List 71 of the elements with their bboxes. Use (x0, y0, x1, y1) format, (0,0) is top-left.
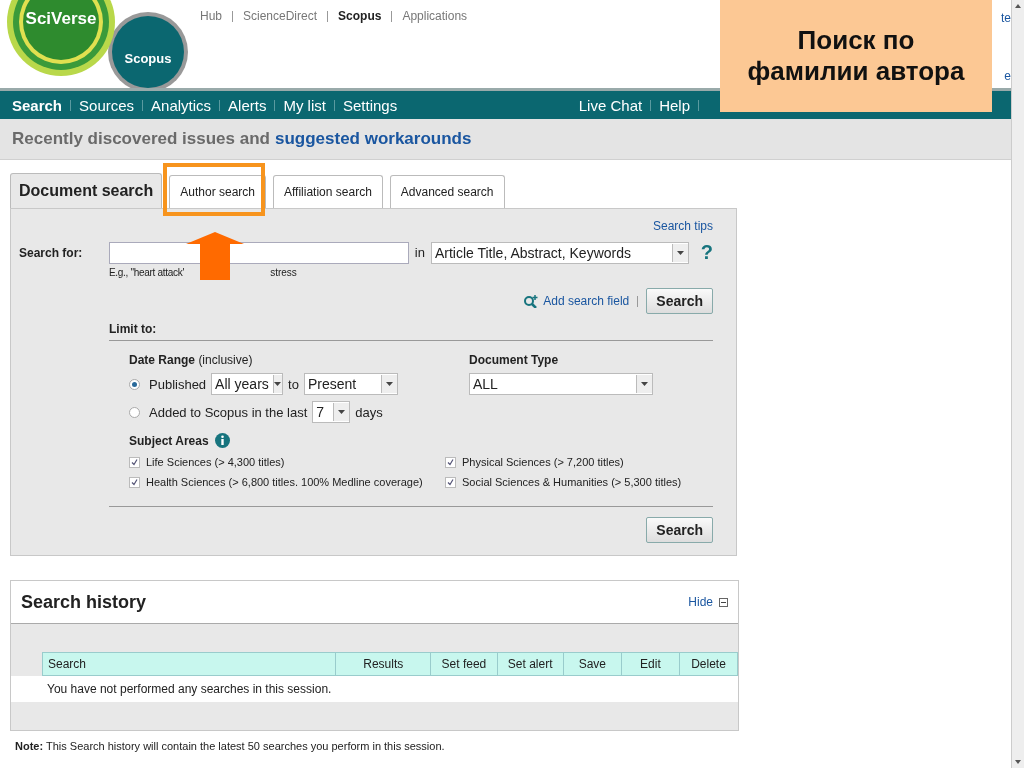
in-label: in (414, 245, 425, 260)
callout-text: Поиск по (797, 24, 915, 56)
column-header: Edit (620, 653, 679, 675)
to-label: to (288, 376, 299, 392)
added-label: Added to Scopus in the last (149, 404, 308, 420)
subject-checkbox[interactable] (129, 456, 140, 468)
header-link[interactable]: Hub (200, 9, 222, 23)
nav-item[interactable]: My list (283, 96, 326, 114)
collapse-icon[interactable] (719, 597, 728, 607)
add-search-field-link[interactable]: Add search field (543, 294, 630, 308)
nav-item[interactable]: Live Chat (578, 96, 643, 114)
header-link[interactable]: Applications (402, 9, 468, 23)
search-tab[interactable]: Affiliation search (273, 175, 383, 208)
nav-item[interactable]: Help (659, 96, 690, 114)
column-header: Save (562, 653, 621, 675)
published-label: Published (149, 376, 207, 392)
add-search-icon[interactable] (523, 294, 540, 308)
help-icon[interactable]: ? (700, 241, 713, 264)
subject-checkbox[interactable] (129, 476, 140, 488)
hide-link[interactable]: Hide (688, 595, 713, 609)
nav-item[interactable]: Alerts (228, 96, 267, 114)
nav-item[interactable]: Search (12, 96, 63, 114)
from-year-select[interactable]: All years (211, 373, 284, 395)
header-link[interactable]: Scopus (338, 9, 382, 23)
subject-label: Life Sciences (> 4,300 titles) (146, 456, 285, 468)
column-header: Delete (678, 653, 737, 675)
days-label: days (355, 404, 383, 420)
search-tab[interactable]: Document search (10, 173, 163, 208)
subject-label: Health Sciences (> 6,800 titles. 100% Medline coverage) (146, 476, 423, 488)
workarounds-link[interactable]: suggested workarounds (274, 129, 472, 149)
field-select[interactable]: Article Title, Abstract, Keywords (430, 241, 689, 264)
subject-checkbox[interactable] (445, 456, 456, 468)
empty-history-message: You have not performed any searches in this session. (47, 682, 332, 696)
up-arrow-icon (186, 232, 244, 280)
info-icon[interactable] (214, 433, 230, 448)
search-history-title: Search history (21, 591, 147, 613)
document-type-select[interactable]: ALL (469, 373, 653, 395)
logo-drawing[interactable]: SciVerse Scopus (0, 0, 190, 88)
notice-text: Recently discovered issues and (12, 129, 270, 149)
search-for-label: Search for: (19, 245, 84, 260)
history-note: Note: This Search history will contain the latest 50 searches you perform in this session. (15, 740, 446, 752)
limit-to-heading: Limit to: (109, 322, 713, 341)
date-radio[interactable] (129, 406, 140, 418)
column-header: Set alert (496, 653, 563, 675)
nav-item[interactable]: Sources (79, 96, 135, 114)
search-hint: stress (270, 267, 297, 278)
column-header: Set feed (430, 653, 497, 675)
subject-label: Social Sciences & Humanities (> 5,300 titles) (462, 476, 682, 488)
column-header: Results (335, 653, 431, 675)
header-link[interactable]: ScienceDirect (243, 9, 318, 23)
nav-item[interactable]: Settings (342, 96, 398, 114)
date-radio[interactable] (129, 378, 140, 390)
subject-areas-label: Subject Areas (129, 433, 209, 448)
scrollbar[interactable] (1011, 0, 1024, 768)
days-select[interactable]: 7 (312, 401, 351, 423)
search-button[interactable]: Search (646, 288, 713, 314)
subject-label: Physical Sciences (> 7,200 titles) (462, 456, 624, 468)
search-tab[interactable]: Advanced search (389, 175, 505, 208)
column-header: Search (47, 656, 88, 673)
document-type-label: Document Type (469, 353, 559, 367)
search-tips-link[interactable]: Search tips (652, 219, 713, 233)
subject-checkbox[interactable] (445, 476, 456, 488)
header-link[interactable]: te (1001, 11, 1011, 25)
callout-text: фамилии автора (747, 56, 965, 88)
search-button[interactable]: Search (646, 517, 713, 543)
date-range-label: Date Range (inclusive) (129, 353, 253, 367)
search-hint: E.g., "heart attack' (109, 267, 185, 278)
to-year-select[interactable]: Present (303, 373, 398, 395)
search-tab[interactable]: Author search (169, 175, 266, 208)
nav-item[interactable]: Analytics (151, 96, 212, 114)
header-link[interactable]: e (1004, 69, 1011, 83)
